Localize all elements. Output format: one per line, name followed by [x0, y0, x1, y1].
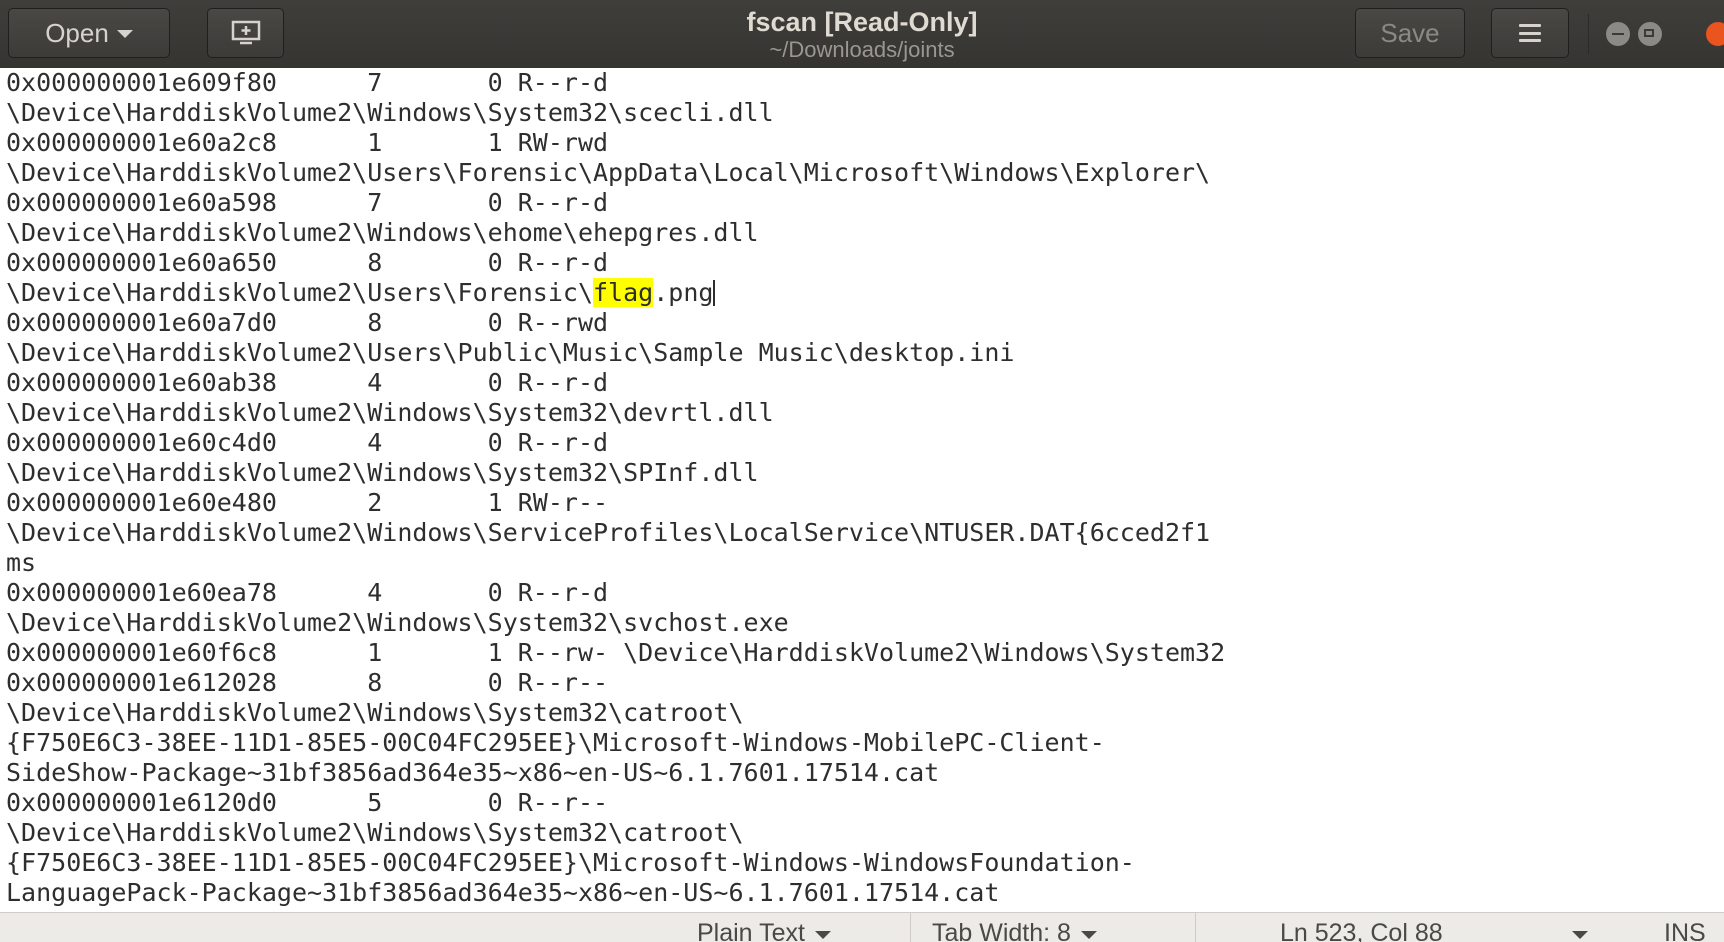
- match-line-prefix: \Device\HarddiskVolume2\Users\Forensic\: [6, 278, 593, 307]
- text-cursor: [713, 280, 716, 306]
- editor-line: 0x000000001e60e480 2 1 RW-r--: [6, 488, 609, 517]
- editor-line: \Device\HarddiskVolume2\Windows\System32…: [6, 818, 744, 847]
- editor-line: 0x000000001e60f6c8 1 1 R--rw- \Device\Ha…: [6, 638, 1226, 667]
- editor-line: 0x000000001e60ab38 4 0 R--r-d: [6, 368, 609, 397]
- editor-line: 0x000000001e612028 8 0 R--r--: [6, 668, 609, 697]
- editor-line: {F750E6C3-38EE-11D1-85E5-00C04FC295EE}\M…: [6, 728, 1105, 757]
- editor-line: 0x000000001e609f80 7 0 R--r-d: [6, 68, 609, 97]
- hamburger-menu-icon: [1519, 24, 1541, 42]
- editor-line: \Device\HarddiskVolume2\Windows\ehome\eh…: [6, 218, 759, 247]
- language-selector[interactable]: Plain Text: [697, 913, 831, 942]
- editor-line: ms: [6, 548, 37, 577]
- save-button-label: Save: [1380, 17, 1440, 48]
- editor-line: 0x000000001e60a650 8 0 R--r-d: [6, 248, 609, 277]
- window-title: fscan [Read-Only]: [746, 7, 978, 37]
- editor-line: LanguagePack-Package~31bf3856ad364e35~x8…: [6, 878, 1000, 907]
- editor-line: 0x000000001e60a7d0 8 0 R--rwd: [6, 308, 609, 337]
- editor-line: \Device\HarddiskVolume2\Users\Forensic\A…: [6, 158, 1211, 187]
- minimize-icon[interactable]: [1606, 22, 1630, 46]
- editor-line: 0x000000001e60c4d0 4 0 R--r-d: [6, 428, 609, 457]
- language-label: Plain Text: [697, 919, 805, 942]
- editor-line: \Device\HarddiskVolume2\Windows\System32…: [6, 98, 774, 127]
- cursor-position-dropdown[interactable]: [1572, 913, 1588, 942]
- tab-width-selector[interactable]: Tab Width: 8: [932, 913, 1097, 942]
- chevron-down-icon: [1572, 931, 1588, 939]
- editor-line: SideShow-Package~31bf3856ad364e35~x86~en…: [6, 758, 940, 787]
- editor-line: {F750E6C3-38EE-11D1-85E5-00C04FC295EE}\M…: [6, 848, 1135, 877]
- editor-line: \Device\HarddiskVolume2\Users\Public\Mus…: [6, 338, 1015, 367]
- save-button[interactable]: Save: [1355, 8, 1465, 58]
- close-icon[interactable]: [1706, 22, 1724, 46]
- window-subtitle: ~/Downloads/joints: [769, 37, 955, 62]
- editor-line: \Device\HarddiskVolume2\Windows\System32…: [6, 458, 759, 487]
- editor-lines-after: 0x000000001e60a7d0 8 0 R--rwd \Device\Ha…: [0, 308, 1724, 908]
- editor-line: 0x000000001e60ea78 4 0 R--r-d: [6, 578, 609, 607]
- titlebar-divider: [1588, 14, 1589, 54]
- editor-line: \Device\HarddiskVolume2\Windows\System32…: [6, 398, 774, 427]
- cursor-position-selector[interactable]: Ln 523, Col 88: [1280, 913, 1443, 942]
- tab-width-label: Tab Width: 8: [932, 919, 1071, 942]
- status-bar: Plain Text Tab Width: 8 Ln 523, Col 88 I…: [0, 912, 1724, 942]
- editor-line: 0x000000001e60a2c8 1 1 RW-rwd: [6, 128, 609, 157]
- editor-line-match: \Device\HarddiskVolume2\Users\Forensic\f…: [0, 278, 1724, 308]
- editor-line: 0x000000001e60a598 7 0 R--r-d: [6, 188, 609, 217]
- match-line-suffix: .png: [653, 278, 714, 307]
- statusbar-divider: [910, 913, 911, 942]
- editor-line: \Device\HarddiskVolume2\Windows\ServiceP…: [6, 518, 1211, 547]
- chevron-down-icon: [1080, 931, 1097, 939]
- search-match-highlight: flag: [593, 278, 654, 307]
- menu-button[interactable]: [1491, 8, 1569, 58]
- maximize-icon[interactable]: [1638, 22, 1662, 46]
- text-editor[interactable]: 0x000000001e609f80 7 0 R--r-d \Device\Ha…: [0, 68, 1724, 912]
- window-titlebar: Open fscan [Read-Only] ~/Downloads/joint…: [0, 0, 1724, 69]
- insert-mode-label: INS: [1664, 919, 1706, 942]
- editor-line: \Device\HarddiskVolume2\Windows\System32…: [6, 608, 789, 637]
- editor-lines-before: 0x000000001e609f80 7 0 R--r-d \Device\Ha…: [0, 68, 1724, 278]
- statusbar-divider: [1195, 913, 1196, 942]
- window-title-block: fscan [Read-Only] ~/Downloads/joints: [0, 6, 1724, 62]
- editor-line: \Device\HarddiskVolume2\Windows\System32…: [6, 698, 744, 727]
- insert-mode-indicator[interactable]: INS: [1664, 913, 1706, 942]
- cursor-position-label: Ln 523, Col 88: [1280, 919, 1443, 942]
- chevron-down-icon: [814, 931, 831, 939]
- editor-line: 0x000000001e6120d0 5 0 R--r--: [6, 788, 609, 817]
